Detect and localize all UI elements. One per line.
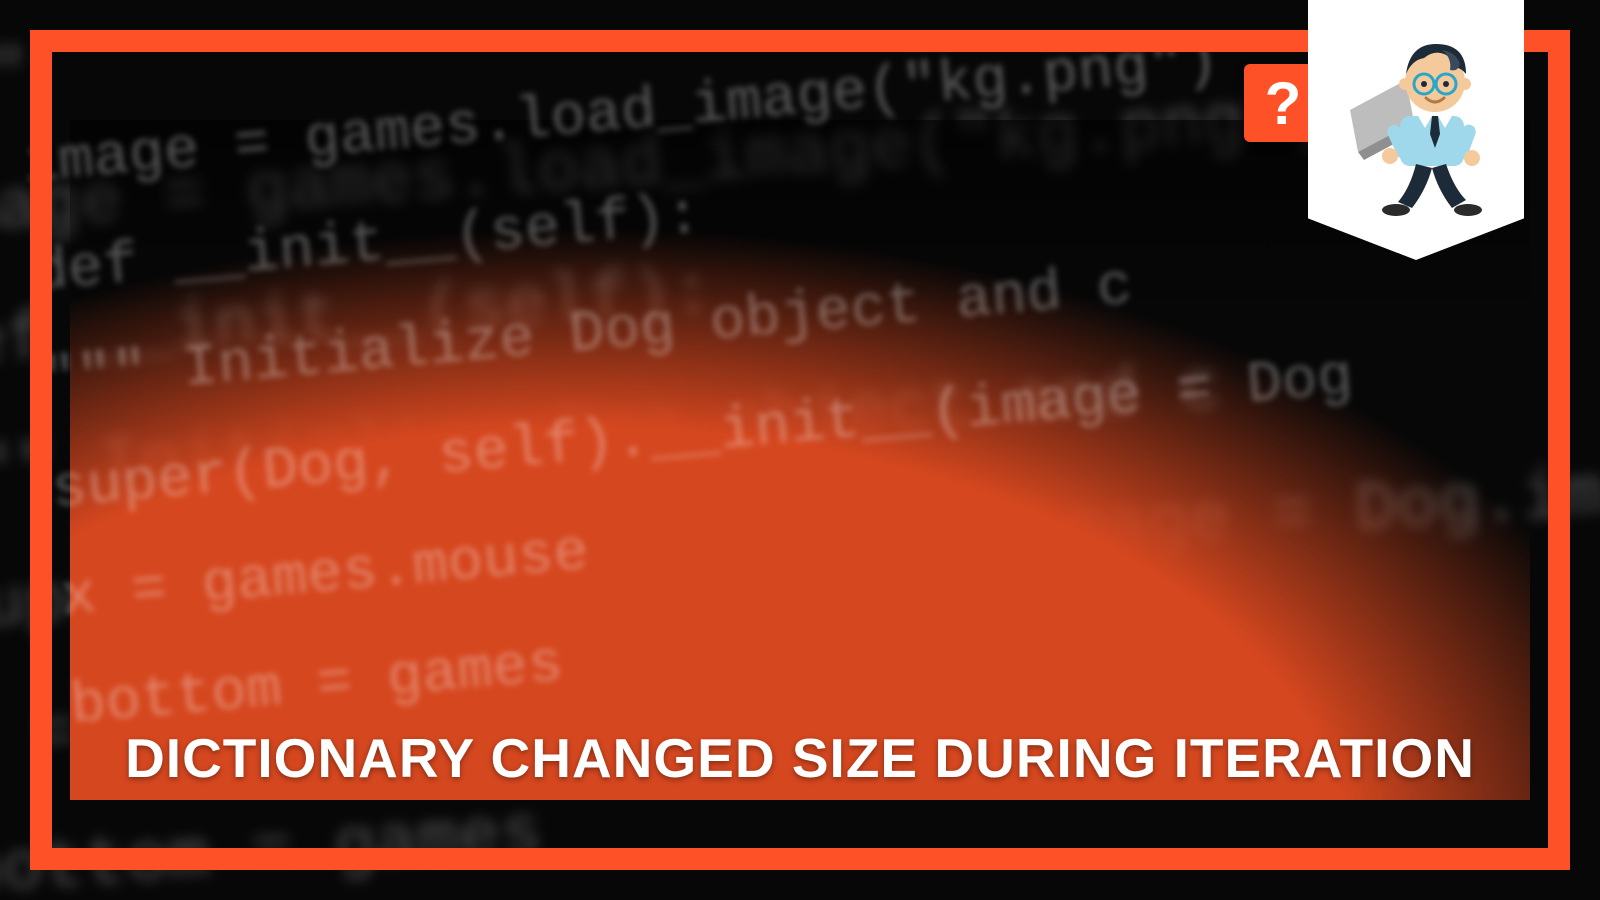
mascot-illustration xyxy=(1346,30,1486,220)
mascot-svg xyxy=(1346,30,1486,220)
mascot-badge xyxy=(1308,0,1524,260)
stage: """ image = games.load_image("kg.png") d… xyxy=(0,0,1600,900)
headline-text: DICTIONARY CHANGED SIZE DURING ITERATION xyxy=(0,726,1600,790)
